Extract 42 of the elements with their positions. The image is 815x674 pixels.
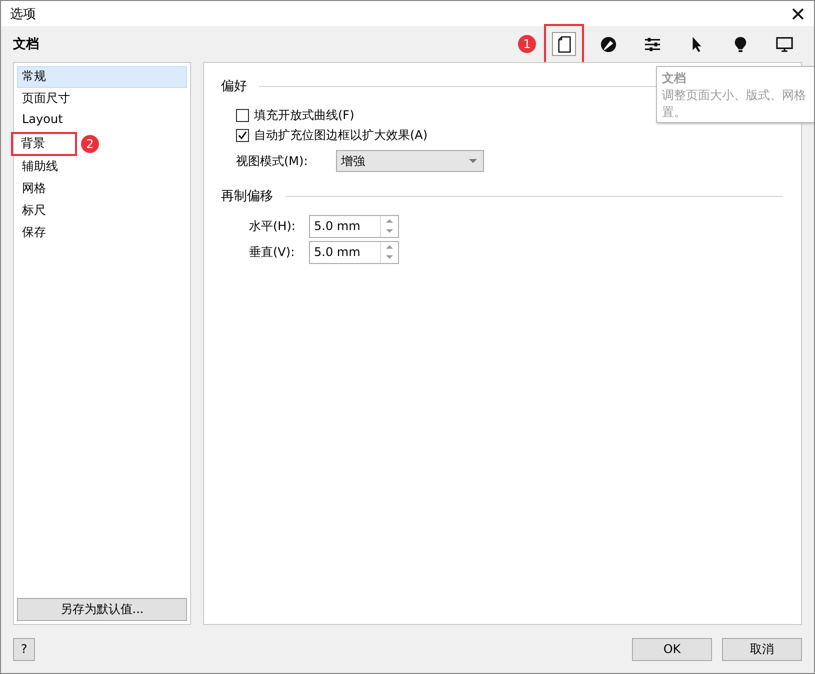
spin-down-icon[interactable] [386,255,393,260]
section-title: 文档 [13,36,39,53]
view-mode-dropdown[interactable]: 增強 [336,150,484,172]
tooltip-text: 调整页面大小、版式、网格 [662,87,807,104]
category-item[interactable]: 常规 [17,66,187,88]
window-title: 选项 [10,6,36,22]
checkbox[interactable] [236,128,249,142]
category-item[interactable]: 保存 [17,222,187,244]
monitor-icon [776,36,792,52]
callout-badge: 1 [518,35,536,53]
callout-badge: 2 [81,135,99,153]
sliders-icon [644,36,660,52]
page-tool-button[interactable] [552,32,576,56]
category-item[interactable]: 页面尺寸 [17,88,187,110]
pen-nib-icon [600,36,616,52]
help-button[interactable]: ? [13,638,35,660]
spin-up-icon[interactable] [386,218,393,223]
field-label: 垂直(V): [249,244,296,260]
caret-icon [469,159,477,163]
spin-field[interactable]: 5.0 mm [309,240,399,264]
checkbox[interactable] [236,108,249,122]
field-label: 视图模式(M): [236,152,309,170]
dialog-button[interactable]: OK [632,638,712,660]
page-icon [556,36,572,52]
field-label: 水平(H): [249,218,296,234]
tooltip-title: 文档 [662,70,687,87]
group-title: 偏好 [221,78,247,95]
category-item[interactable]: 网格 [17,178,187,200]
category-item[interactable]: 标尺 [17,200,187,222]
category-item[interactable]: 背景 [11,132,77,156]
category-item[interactable]: 辅助线 [17,156,187,178]
dialog-button[interactable]: 取消 [722,638,802,660]
tooltip-text: 置。 [662,104,687,121]
spin-up-icon[interactable] [386,244,393,249]
checkbox-label: 填充开放式曲线(F) [254,106,354,124]
save-default-button[interactable]: 另存为默认值... [17,598,187,621]
close-icon[interactable] [792,8,804,20]
category-item[interactable]: Layout [17,110,187,132]
spin-down-icon[interactable] [386,229,393,234]
spin-field[interactable]: 5.0 mm [309,214,399,238]
checkbox-label: 自动扩充位图边框以扩大效果(A) [254,126,428,144]
group-title: 再制偏移 [221,188,273,205]
